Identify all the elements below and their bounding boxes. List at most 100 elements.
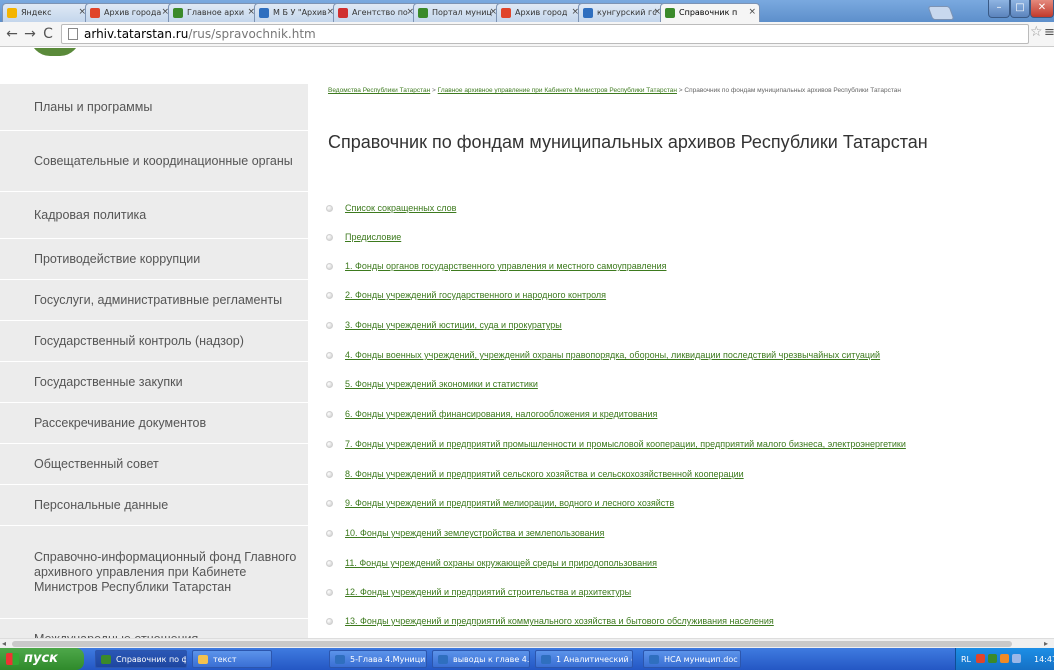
- sidebar-menu-item[interactable]: Международные отношения: [0, 619, 308, 639]
- system-tray: RL 14:47: [955, 648, 1054, 670]
- taskbar-button[interactable]: 5-Глава 4.Муниципа...: [329, 650, 427, 668]
- tab-label: Архив города: [104, 8, 162, 17]
- tab-favicon-icon: [338, 8, 348, 18]
- sidebar-menu-item[interactable]: Рассекречивание документов: [0, 403, 308, 444]
- fund-link[interactable]: 10. Фонды учреждений землеустройства и з…: [345, 528, 604, 538]
- fund-link[interactable]: 4. Фонды военных учреждений, учреждений …: [345, 350, 880, 360]
- bullet-icon: [326, 380, 333, 388]
- bullet-icon: [326, 588, 333, 596]
- taskbar-app-icon: [541, 655, 551, 664]
- fund-link[interactable]: 6. Фонды учреждений финансирования, нало…: [345, 409, 657, 419]
- sidebar-menu-item[interactable]: Совещательные и координационные органы: [0, 131, 308, 192]
- fund-list-item: 11. Фонды учреждений охраны окружающей с…: [326, 556, 657, 570]
- scroll-right-icon[interactable]: ▸: [1044, 639, 1048, 648]
- taskbar-button-label: выводы к главе 4.d...: [453, 655, 530, 664]
- browser-tab[interactable]: Портал муниц ×: [413, 3, 501, 22]
- site-logo[interactable]: [30, 48, 80, 56]
- tray-app-icon[interactable]: [1000, 654, 1009, 663]
- sidebar-menu-item[interactable]: Государственные закупки: [0, 362, 308, 403]
- taskbar-button[interactable]: НСА муницип.doc - ...: [643, 650, 741, 668]
- taskbar-button-label: 5-Глава 4.Муниципа...: [350, 655, 426, 664]
- address-path: /rus/spravochnik.htm: [188, 27, 316, 41]
- os-taskbar: пуск Справочник по фон... текст 5-Глава 4.…: [0, 648, 1054, 670]
- star-icon[interactable]: ☆: [1030, 24, 1043, 40]
- sidebar-menu-item[interactable]: Противодействие коррупции: [0, 239, 308, 280]
- forward-arrow-icon[interactable]: →: [22, 26, 38, 42]
- taskbar-button[interactable]: выводы к главе 4.d...: [432, 650, 530, 668]
- fund-link[interactable]: Список сокращенных слов: [345, 203, 456, 213]
- scroll-left-icon[interactable]: ◂: [2, 639, 6, 648]
- tab-favicon-icon: [665, 8, 675, 18]
- taskbar-app-icon: [198, 655, 208, 664]
- bullet-icon: [326, 262, 333, 270]
- fund-link[interactable]: 7. Фонды учреждений и предприятий промыш…: [345, 439, 906, 449]
- browser-tab[interactable]: Агентство по ×: [333, 3, 418, 22]
- taskbar-button[interactable]: 1 Аналитический об...: [535, 650, 633, 668]
- taskbar-app-icon: [101, 655, 111, 664]
- fund-list-item: Предисловие: [326, 230, 401, 244]
- fund-link[interactable]: Предисловие: [345, 232, 401, 242]
- taskbar-button[interactable]: Справочник по фон...: [95, 650, 187, 668]
- browser-tab[interactable]: Яндекс ×: [2, 3, 90, 22]
- fund-link[interactable]: 3. Фонды учреждений юстиции, суда и прок…: [345, 320, 562, 330]
- fund-list-item: 3. Фонды учреждений юстиции, суда и прок…: [326, 318, 562, 332]
- tray-app-icon[interactable]: [988, 654, 997, 663]
- back-arrow-icon[interactable]: ←: [4, 26, 20, 42]
- page-icon: [68, 28, 78, 40]
- breadcrumb-link-archive-dept[interactable]: Главное архивное управление при Кабинете…: [438, 87, 677, 94]
- sidebar-menu-item[interactable]: Персональные данные: [0, 485, 308, 526]
- taskbar-app-icon: [335, 655, 345, 664]
- maximize-button[interactable]: □: [1010, 0, 1030, 18]
- minimize-button[interactable]: –: [988, 0, 1010, 18]
- browser-tab[interactable]: Архив город ×: [496, 3, 583, 22]
- browser-tab[interactable]: Главное архи ×: [168, 3, 259, 22]
- bullet-icon: [326, 291, 333, 299]
- sidebar-menu-item[interactable]: Госуслуги, административные регламенты: [0, 280, 308, 321]
- scrollbar-thumb[interactable]: [12, 641, 1012, 647]
- fund-list-item: 13. Фонды учреждений и предприятий комму…: [326, 614, 774, 628]
- fund-link[interactable]: 12. Фонды учреждений и предприятий строи…: [345, 587, 631, 597]
- fund-link[interactable]: 1. Фонды органов государственного управл…: [345, 261, 666, 271]
- tray-app-icon[interactable]: [976, 654, 985, 663]
- taskbar-button[interactable]: текст: [192, 650, 272, 668]
- language-indicator[interactable]: RL: [961, 655, 971, 664]
- fund-link[interactable]: 11. Фонды учреждений охраны окружающей с…: [345, 558, 657, 568]
- sidebar-menu-item[interactable]: Справочно-информационный фонд Главного а…: [0, 526, 308, 619]
- fund-link[interactable]: 9. Фонды учреждений и предприятий мелиор…: [345, 498, 674, 508]
- fund-list-item: Список сокращенных слов: [326, 201, 456, 215]
- close-window-button[interactable]: ✕: [1030, 0, 1054, 18]
- sidebar-menu-item[interactable]: Государственный контроль (надзор): [0, 321, 308, 362]
- browser-tab[interactable]: М Б У "Архив ×: [254, 3, 338, 22]
- new-tab-button[interactable]: [927, 6, 955, 20]
- sidebar-menu-label: Планы и программы: [34, 99, 153, 114]
- reload-icon[interactable]: C: [40, 26, 56, 42]
- fund-link[interactable]: 5. Фонды учреждений экономики и статисти…: [345, 379, 538, 389]
- browser-tab[interactable]: Архив города ×: [85, 3, 173, 22]
- windows-flag-icon: [6, 653, 19, 665]
- fund-link[interactable]: 8. Фонды учреждений и предприятий сельск…: [345, 469, 744, 479]
- bullet-icon: [326, 617, 333, 625]
- browser-tab[interactable]: Справочник п ×: [660, 3, 760, 22]
- sidebar-menu-item[interactable]: Кадровая политика: [0, 192, 308, 239]
- tab-label: Портал муниц: [432, 8, 492, 17]
- tab-label: Справочник п: [679, 8, 738, 17]
- taskbar-button-label: 1 Аналитический об...: [556, 655, 632, 664]
- tray-app-icon[interactable]: [1012, 654, 1021, 663]
- tab-close-icon[interactable]: ×: [748, 7, 756, 17]
- address-bar[interactable]: arhiv.tatarstan.ru/rus/spravochnik.htm: [61, 24, 1029, 44]
- fund-list-item: 12. Фонды учреждений и предприятий строи…: [326, 585, 631, 599]
- sidebar-menu: Планы и программы Совещательные и координ…: [0, 84, 308, 638]
- fund-link[interactable]: 2. Фонды учреждений государственного и н…: [345, 290, 606, 300]
- menu-icon[interactable]: ≡: [1044, 25, 1054, 40]
- sidebar-menu-item[interactable]: Общественный совет: [0, 444, 308, 485]
- tab-favicon-icon: [173, 8, 183, 18]
- browser-tab[interactable]: кунгурский гс ×: [578, 3, 665, 22]
- sidebar-menu-item[interactable]: Планы и программы: [0, 84, 308, 131]
- horizontal-scrollbar[interactable]: ◂ ▸: [0, 638, 1054, 648]
- start-button[interactable]: пуск: [0, 648, 84, 670]
- browser-toolbar: ← → C arhiv.tatarstan.ru/rus/spravochnik…: [0, 22, 1054, 47]
- fund-link[interactable]: 13. Фонды учреждений и предприятий комму…: [345, 616, 774, 626]
- breadcrumb-link-ministries[interactable]: Ведомства Республики Татарстан: [328, 87, 430, 94]
- fund-list-item: 9. Фонды учреждений и предприятий мелиор…: [326, 496, 674, 510]
- fund-list-item: 8. Фонды учреждений и предприятий сельск…: [326, 467, 744, 481]
